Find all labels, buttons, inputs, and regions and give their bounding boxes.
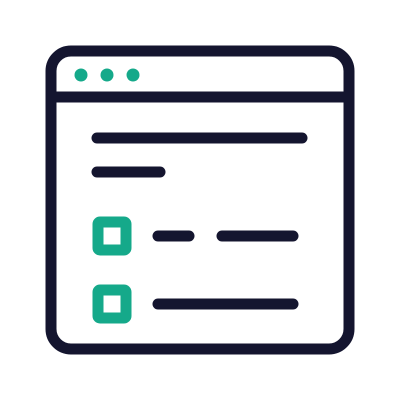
icon-canvas [0, 0, 400, 400]
window-controls [74, 68, 140, 82]
checklist-item [92, 284, 299, 324]
checkbox-icon [92, 284, 132, 324]
checkbox-icon [92, 216, 132, 256]
content-text-lines [91, 132, 308, 178]
window-dot-icon [126, 68, 140, 82]
window-dot-icon [100, 68, 114, 82]
window-dot-icon [74, 68, 88, 82]
browser-window-checklist-icon [45, 45, 355, 355]
checklist-item [92, 216, 299, 256]
